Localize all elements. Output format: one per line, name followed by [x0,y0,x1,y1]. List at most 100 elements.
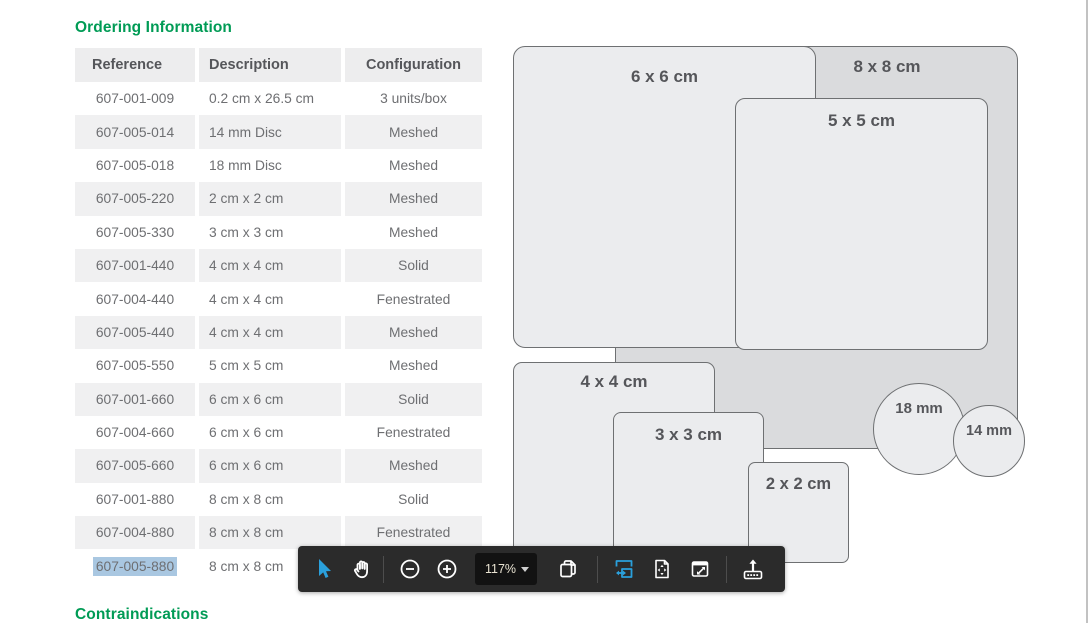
description-cell: 14 mm Disc [199,115,341,148]
zoom-out-button[interactable] [397,556,423,582]
table-row: 607-004-660 6 cm x 6 cm Fenestrated [75,416,482,449]
description-cell: 4 cm x 4 cm [199,282,341,315]
section-title-ordering-information: Ordering Information [75,19,232,37]
reference-cell-text: 607-005-660 [96,458,174,473]
fit-page-button[interactable] [649,556,675,582]
description-cell: 2 cm x 2 cm [199,182,341,215]
description-cell-text: 2 cm x 2 cm [209,191,283,206]
description-cell: 0.2 cm x 26.5 cm [199,82,341,115]
configuration-cell: Meshed [345,182,482,215]
table-row: 607-001-009 0.2 cm x 26.5 cm 3 units/box [75,82,482,115]
dock-toolbar-button[interactable] [740,556,766,582]
copy-pages-icon [556,557,580,581]
description-cell: 6 cm x 6 cm [199,383,341,416]
description-cell: 18 mm Disc [199,149,341,182]
reference-cell-text: 607-004-440 [96,292,174,307]
configuration-cell: 3 units/box [345,82,482,115]
reference-cell-text: 607-001-880 [96,492,174,507]
viewer-toolbar: 117% [298,546,785,592]
hand-icon [350,557,374,581]
reference-cell-text: 607-004-880 [96,525,174,540]
table-row: 607-001-880 8 cm x 8 cm Solid [75,483,482,516]
description-cell: 8 cm x 8 cm [199,483,341,516]
configuration-cell: Meshed [345,349,482,382]
table-row: 607-005-660 6 cm x 6 cm Meshed [75,449,482,482]
configuration-cell: Meshed [345,115,482,148]
table-row: 607-001-440 4 cm x 4 cm Solid [75,249,482,282]
diagram-label-6x6: 6 x 6 cm [514,67,815,87]
reference-cell: 607-005-550 [75,349,195,382]
configuration-cell-text: Solid [398,492,429,507]
table-row: 607-005-330 3 cm x 3 cm Meshed [75,216,482,249]
configuration-cell-text: Fenestrated [377,292,451,307]
diagram-label-4x4: 4 x 4 cm [514,372,714,392]
diagram-label-8x8: 8 x 8 cm [812,57,962,77]
diagram-square-3x3: 3 x 3 cm [613,412,764,563]
configuration-cell: Meshed [345,149,482,182]
description-cell: 4 cm x 4 cm [199,249,341,282]
reference-cell: 607-005-660 [75,449,195,482]
zoom-in-button[interactable] [434,556,460,582]
reference-cell: 607-004-440 [75,282,195,315]
toolbar-divider [726,556,727,583]
description-cell-text: 4 cm x 4 cm [209,325,283,340]
description-cell: 3 cm x 3 cm [199,216,341,249]
configuration-cell-text: Meshed [389,358,438,373]
diagram-label-14mm: 14 mm [954,423,1024,439]
description-cell-text: 8 cm x 8 cm [209,492,283,507]
zoom-out-icon [398,557,422,581]
reference-cell-text: 607-005-220 [96,191,174,206]
configuration-cell: Meshed [345,216,482,249]
section-title-contraindications: Contraindications [75,606,208,623]
reference-cell: 607-005-220 [75,182,195,215]
description-cell-text: 3 cm x 3 cm [209,225,283,240]
table-row: 607-004-440 4 cm x 4 cm Fenestrated [75,282,482,315]
configuration-cell-text: Meshed [389,158,438,173]
configuration-cell-text: Fenestrated [377,425,451,440]
table-row: 607-005-018 18 mm Disc Meshed [75,149,482,182]
configuration-cell: Solid [345,483,482,516]
table-header-row: Reference Description Configuration [75,48,482,82]
reference-cell: 607-001-440 [75,249,195,282]
table-row: 607-005-014 14 mm Disc Meshed [75,115,482,148]
select-tool-button[interactable] [310,556,336,582]
reference-cell: 607-005-014 [75,115,195,148]
description-cell: 4 cm x 4 cm [199,316,341,349]
diagram-circle-14mm: 14 mm [953,405,1025,477]
copy-pages-button[interactable] [555,556,581,582]
reference-cell-text: 607-005-018 [96,158,174,173]
configuration-cell: Solid [345,249,482,282]
reference-cell: 607-001-660 [75,383,195,416]
configuration-cell: Meshed [345,316,482,349]
description-cell-text: 18 mm Disc [209,158,282,173]
zoom-level-dropdown[interactable]: 117% [475,553,537,585]
description-cell-text: 6 cm x 6 cm [209,392,283,407]
fit-width-button[interactable] [611,556,637,582]
configuration-cell: Fenestrated [345,282,482,315]
reference-cell-text: 607-004-660 [96,425,174,440]
description-cell: 6 cm x 6 cm [199,449,341,482]
expand-window-button[interactable] [687,556,713,582]
pdf-document-page: Ordering Information Contraindications R… [0,0,1089,623]
column-header-description: Description [199,48,341,82]
diagram-label-5x5: 5 x 5 cm [736,111,987,131]
diagram-label-18mm: 18 mm [874,400,964,417]
zoom-in-icon [435,557,459,581]
hand-tool-button[interactable] [349,556,375,582]
description-cell-text: 6 cm x 6 cm [209,425,283,440]
reference-cell: 607-004-880 [75,516,195,549]
configuration-cell: Solid [345,383,482,416]
table-body: 607-001-009 0.2 cm x 26.5 cm 3 units/box… [75,82,482,583]
cursor-arrow-icon [311,557,335,581]
reference-cell-text: 607-001-660 [96,392,174,407]
ordering-table: Reference Description Configuration 607-… [75,48,482,583]
description-cell: 5 cm x 5 cm [199,349,341,382]
configuration-cell-text: Fenestrated [377,525,451,540]
reference-cell: 607-001-880 [75,483,195,516]
configuration-cell-text: Meshed [389,125,438,140]
description-cell-text: 0.2 cm x 26.5 cm [209,91,314,106]
reference-cell: 607-005-330 [75,216,195,249]
fit-page-icon [650,557,674,581]
reference-cell-text: 607-005-014 [96,125,174,140]
description-cell-text: 8 cm x 8 cm [209,525,283,540]
